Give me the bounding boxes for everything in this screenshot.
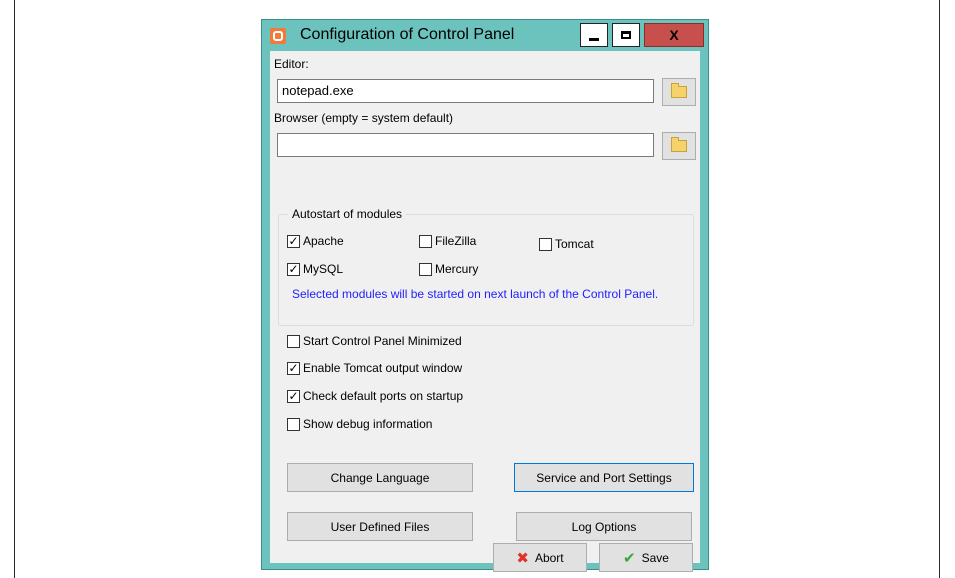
change-language-button[interactable]: Change Language: [287, 463, 473, 492]
title-bar[interactable]: Configuration of Control Panel X: [262, 20, 708, 52]
dialog-body: Editor: notepad.exe Browser (empty = sys…: [270, 51, 700, 572]
button-label: Abort: [534, 550, 564, 565]
right-screen-border: [939, 0, 940, 578]
button-label: Change Language: [330, 470, 430, 485]
maximize-button[interactable]: [612, 23, 640, 47]
browser-label: Browser (empty = system default): [274, 111, 454, 125]
checkbox-label: Tomcat: [555, 237, 594, 251]
checkbox-box: [539, 237, 552, 251]
maximize-icon: [621, 31, 631, 39]
autostart-apache-checkbox[interactable]: ✓ Apache: [287, 234, 344, 248]
service-port-settings-button[interactable]: Service and Port Settings: [514, 463, 694, 492]
minimize-button[interactable]: [580, 23, 608, 47]
folder-icon: [671, 83, 687, 98]
button-label: Save: [641, 550, 669, 565]
checkbox-label: Show debug information: [303, 417, 433, 431]
checkbox-box: ✓: [287, 389, 300, 403]
user-defined-files-button[interactable]: User Defined Files: [287, 512, 473, 541]
checkbox-box: ✓: [287, 262, 300, 276]
checkbox-box: [287, 417, 300, 431]
left-screen-border: [14, 0, 15, 578]
debug-info-checkbox[interactable]: Show debug information: [287, 417, 432, 431]
checkbox-label: Apache: [303, 234, 344, 248]
checkbox-label: Start Control Panel Minimized: [303, 334, 462, 348]
checkbox-box: [419, 262, 432, 276]
editor-browse-button[interactable]: [662, 78, 696, 106]
minimize-icon: [589, 37, 599, 41]
checkbox-label: FileZilla: [435, 234, 477, 248]
xampp-icon: [270, 28, 286, 44]
browser-browse-button[interactable]: [662, 132, 696, 160]
autostart-filezilla-checkbox[interactable]: FileZilla: [419, 234, 476, 248]
check-ports-checkbox[interactable]: ✓ Check default ports on startup: [287, 389, 463, 403]
close-button[interactable]: X: [644, 23, 704, 47]
checkbox-box: [287, 334, 300, 348]
autostart-note: Selected modules will be started on next…: [292, 287, 659, 301]
checkbox-box: ✓: [287, 361, 300, 375]
button-label: Service and Port Settings: [536, 470, 672, 485]
checkbox-label: Enable Tomcat output window: [303, 361, 463, 375]
config-dialog: Configuration of Control Panel X Editor:…: [261, 19, 709, 572]
button-label: Log Options: [571, 519, 637, 534]
tomcat-output-checkbox[interactable]: ✓ Enable Tomcat output window: [287, 361, 462, 375]
checkbox-label: Mercury: [435, 262, 479, 276]
checkbox-label: Check default ports on startup: [303, 389, 464, 403]
autostart-group-title: Autostart of modules: [288, 207, 407, 221]
start-minimized-checkbox[interactable]: Start Control Panel Minimized: [287, 334, 462, 348]
button-label: User Defined Files: [330, 519, 430, 534]
window-title: Configuration of Control Panel: [300, 26, 515, 43]
save-button[interactable]: ✔ Save: [599, 543, 693, 572]
autostart-mercury-checkbox[interactable]: Mercury: [419, 262, 478, 276]
green-check-icon: ✔: [623, 549, 636, 567]
folder-icon: [671, 137, 687, 152]
log-options-button[interactable]: Log Options: [516, 512, 692, 541]
browser-input[interactable]: [277, 133, 654, 157]
checkbox-box: ✓: [287, 234, 300, 248]
autostart-tomcat-checkbox[interactable]: Tomcat: [539, 237, 594, 251]
close-icon: X: [669, 27, 679, 43]
checkbox-label: MySQL: [303, 262, 344, 276]
red-x-icon: ✖: [516, 549, 529, 567]
abort-button[interactable]: ✖ Abort: [493, 543, 587, 572]
autostart-mysql-checkbox[interactable]: ✓ MySQL: [287, 262, 343, 276]
editor-label: Editor:: [274, 57, 309, 71]
checkbox-box: [419, 234, 432, 248]
editor-input[interactable]: notepad.exe: [277, 79, 654, 103]
